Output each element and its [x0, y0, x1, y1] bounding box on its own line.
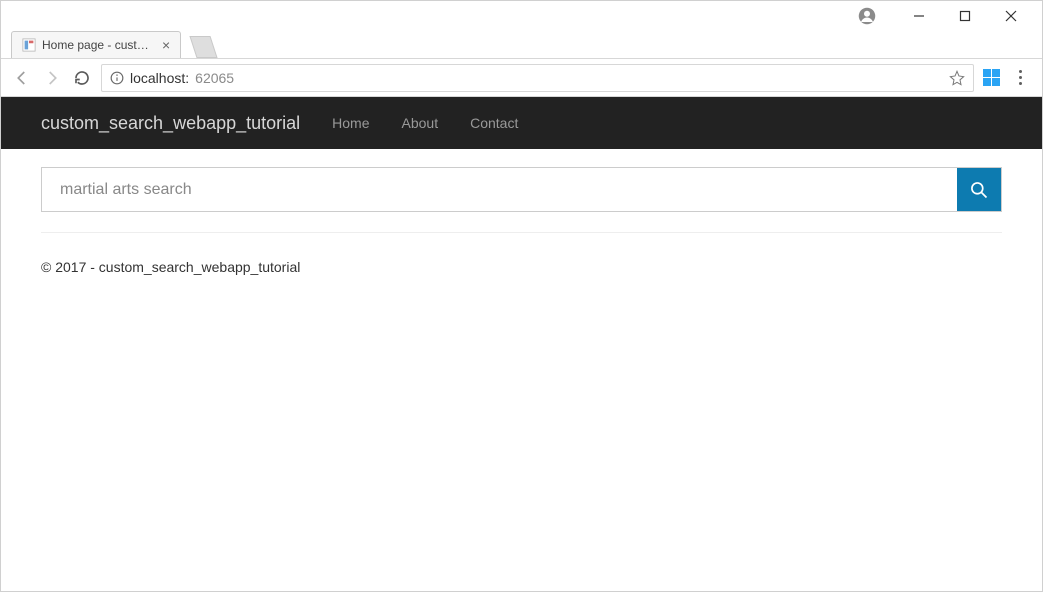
page-body: © 2017 - custom_search_webapp_tutorial	[1, 149, 1042, 293]
divider	[41, 232, 1002, 233]
minimize-button[interactable]	[896, 1, 942, 31]
url-host: localhost:	[130, 70, 189, 86]
browser-tab-bar: Home page - custom_se… ×	[1, 31, 1042, 59]
tab-close-icon[interactable]: ×	[162, 37, 170, 53]
window-controls	[1, 1, 1042, 31]
tab-title: Home page - custom_se…	[42, 38, 152, 52]
browser-menu-button[interactable]	[1008, 70, 1032, 85]
page-favicon	[22, 38, 36, 52]
new-tab-button[interactable]	[190, 36, 218, 58]
close-window-button[interactable]	[988, 1, 1034, 31]
nav-link-contact[interactable]: Contact	[470, 115, 518, 131]
nav-link-home[interactable]: Home	[332, 115, 369, 131]
search-button[interactable]	[957, 168, 1001, 211]
site-navbar: custom_search_webapp_tutorial Home About…	[1, 97, 1042, 149]
bookmark-star-icon[interactable]	[949, 70, 965, 86]
maximize-button[interactable]	[942, 1, 988, 31]
browser-toolbar: localhost: 62065	[1, 59, 1042, 97]
windows-logo-icon[interactable]	[982, 69, 1000, 87]
back-button[interactable]	[11, 67, 33, 89]
site-info-icon[interactable]	[110, 71, 124, 85]
nav-link-about[interactable]: About	[402, 115, 439, 131]
search-input[interactable]	[42, 168, 957, 211]
browser-tab[interactable]: Home page - custom_se… ×	[11, 31, 181, 58]
brand-title[interactable]: custom_search_webapp_tutorial	[41, 113, 300, 134]
forward-button[interactable]	[41, 67, 63, 89]
reload-button[interactable]	[71, 67, 93, 89]
address-bar[interactable]: localhost: 62065	[101, 64, 974, 92]
footer-text: © 2017 - custom_search_webapp_tutorial	[41, 259, 1002, 275]
url-port: 62065	[195, 70, 234, 86]
search-icon	[969, 180, 989, 200]
search-row	[41, 167, 1002, 212]
user-account-icon[interactable]	[844, 1, 890, 31]
